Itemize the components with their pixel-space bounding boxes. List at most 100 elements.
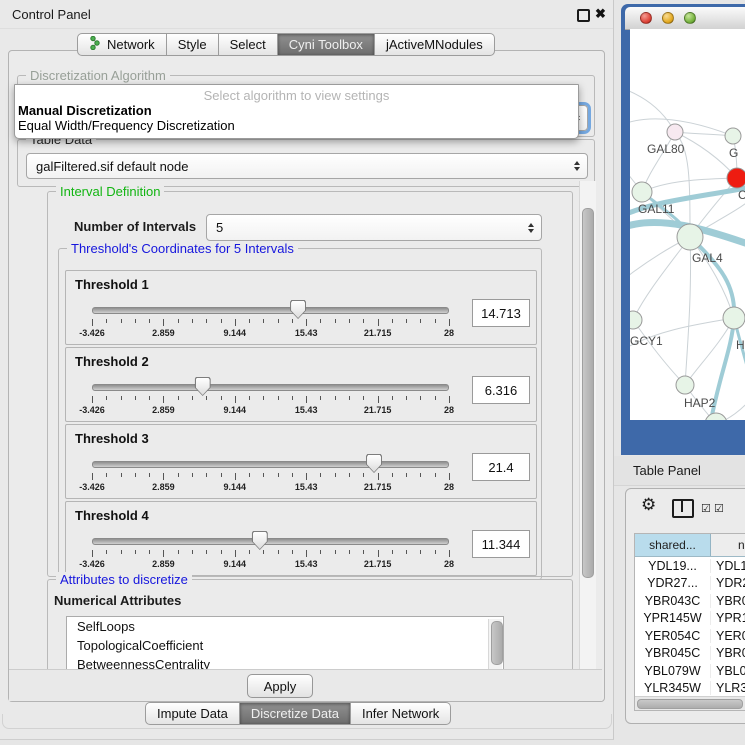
slider-tick [121,550,122,554]
network-node-gal11[interactable] [632,182,652,202]
slider-thumb[interactable] [366,454,382,473]
slider-thumb[interactable] [252,531,268,550]
network-node-h[interactable] [723,307,745,329]
mac-zoom-light-icon[interactable] [684,12,696,24]
scrollbar-thumb[interactable] [582,208,594,578]
network-node-g[interactable] [725,128,741,144]
column-header-shared-name[interactable]: shared... [635,534,711,556]
slider-track[interactable] [92,461,449,468]
attributes-list-scrollbar[interactable] [488,619,502,669]
network-edge[interactable] [630,89,675,132]
apply-button[interactable]: Apply [247,674,313,698]
slider-tick [192,396,193,400]
network-edge[interactable] [690,237,734,318]
split-columns-icon[interactable] [672,499,694,518]
slider-tick [435,550,436,554]
slider-tick [249,473,250,477]
table-rows: YDL19...YDL1YDR27...YDR2YBR043CYBR0YPR14… [635,557,745,697]
slider-tick [121,319,122,323]
network-node-hap2[interactable] [676,376,694,394]
threshold-value-field[interactable]: 6.316 [472,376,530,404]
slider-tick [163,550,164,557]
mac-minimize-light-icon[interactable] [662,12,674,24]
settings-vertical-scrollbar[interactable] [579,181,596,669]
gear-icon[interactable]: ⚙ [641,495,656,515]
table-horizontal-scrollbar[interactable] [635,696,745,710]
slider-thumb[interactable] [290,300,306,319]
slider-track[interactable] [92,538,449,545]
scrollbar-thumb[interactable] [637,699,743,709]
slider-tick [406,550,407,554]
cell-shared-name: YDR27... [635,576,711,590]
table-row[interactable]: YDR27...YDR2 [635,575,745,593]
column-header-name[interactable]: n [711,534,745,556]
slider-tick-label: 15.43 [295,328,318,338]
checkbox-icon[interactable]: ☑ [714,502,724,515]
threshold-slider[interactable]: -3.4262.8599.14415.4321.71528 [92,303,449,341]
list-item[interactable]: SelfLoops [67,617,503,636]
slider-thumb[interactable] [195,377,211,396]
table-row[interactable]: YER054CYER0 [635,627,745,645]
slider-tick [449,319,450,326]
table-row[interactable]: YPR145WYPR1 [635,610,745,628]
tab-network[interactable]: Network [77,33,167,56]
slider-track[interactable] [92,384,449,391]
network-node-gal80[interactable] [667,124,683,140]
table-row[interactable]: YBL079WYBL0 [635,662,745,680]
slider-tick [163,473,164,480]
slider-tick [106,473,107,477]
table-row[interactable]: YBR043CYBR0 [635,592,745,610]
network-node-label: GAL11 [638,202,675,216]
close-icon[interactable]: ✖ [595,6,606,22]
table-data-combobox[interactable]: galFiltered.sif default node [26,153,588,179]
slider-tick [449,550,450,557]
slider-tick [349,319,350,323]
slider-tick-label: 2.859 [152,482,175,492]
table-data-group: Table Data galFiltered.sif default node [17,139,595,187]
tab-jactivemnodules[interactable]: jActiveMNodules [375,33,495,56]
numerical-attributes-list[interactable]: SelfLoopsTopologicalCoefficientBetweenne… [66,616,504,669]
threshold-value-field[interactable]: 11.344 [472,530,530,558]
network-graph: GAL80GCGAL11GAL4GCY1HHAP2 [630,29,745,420]
network-edge[interactable] [685,237,691,385]
slider-tick [149,473,150,477]
network-node-gal4[interactable] [677,224,703,250]
tab-cyni-toolbox[interactable]: Cyni Toolbox [278,33,375,56]
list-item[interactable]: BetweennessCentrality [67,655,503,669]
threshold-slider[interactable]: -3.4262.8599.14415.4321.71528 [92,534,449,572]
slider-tick-label: 9.144 [224,405,247,415]
tab-infer-network[interactable]: Infer Network [351,702,451,725]
tab-select[interactable]: Select [219,33,278,56]
network-node-c[interactable] [727,168,745,188]
threshold-slider[interactable]: -3.4262.8599.14415.4321.71528 [92,457,449,495]
table-row[interactable]: YLR345WYLR3 [635,680,745,698]
table-row[interactable]: YBR045CYBR0 [635,645,745,663]
algorithm-option-manual[interactable]: Manual Discretization [18,103,152,118]
network-canvas[interactable]: GAL80GCGAL11GAL4GCY1HHAP2 [630,29,745,420]
threshold-slider[interactable]: -3.4262.8599.14415.4321.71528 [92,380,449,418]
threshold-panel: Threshold 3-3.4262.8599.14415.4321.71528… [65,424,537,499]
threshold-value-field[interactable]: 14.713 [472,299,530,327]
slider-tick [192,473,193,477]
network-node-gcy1[interactable] [630,311,642,329]
scrollbar-thumb[interactable] [491,621,503,665]
slider-tick [349,396,350,400]
node-attribute-table[interactable]: shared... n YDL19...YDL1YDR27...YDR2YBR0… [634,533,745,711]
tab-impute-data[interactable]: Impute Data [145,702,240,725]
network-edge[interactable] [633,237,690,320]
tab-discretize-data[interactable]: Discretize Data [240,702,351,725]
float-window-icon[interactable] [577,9,590,22]
threshold-value-field[interactable]: 21.4 [472,453,530,481]
checkbox-icon[interactable]: ☑ [701,502,711,515]
list-item[interactable]: TopologicalCoefficient [67,636,503,655]
algorithm-option-equal-width[interactable]: Equal Width/Frequency Discretization [18,118,235,133]
table-row[interactable]: YDL19...YDL1 [635,557,745,575]
network-edge[interactable] [633,320,685,385]
slider-tick [378,319,379,326]
number-of-intervals-combobox[interactable]: 5 [206,214,542,241]
mac-close-light-icon[interactable] [640,12,652,24]
tab-style[interactable]: Style [167,33,219,56]
slider-track[interactable] [92,307,449,314]
slider-tick [149,550,150,554]
slider-tick-label: 15.43 [295,405,318,415]
